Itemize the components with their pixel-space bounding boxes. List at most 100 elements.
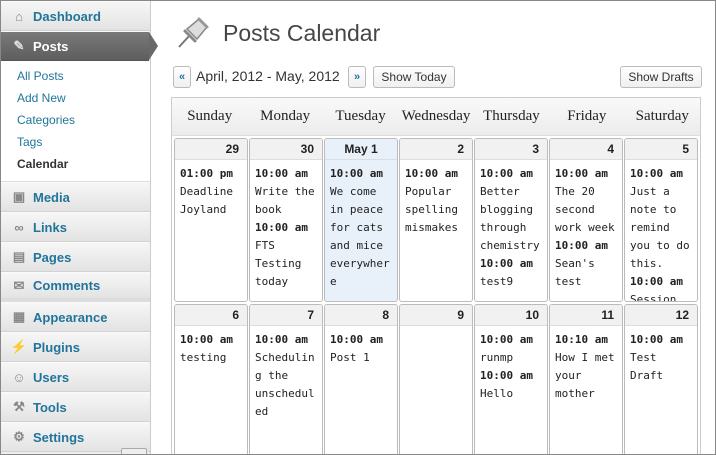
post-title: Session (630, 293, 677, 302)
calendar-week: 29 01:00 pm Deadline Joyland 30 10:00 am W… (172, 136, 700, 302)
day-cell-today[interactable]: May 1 10:00 am We come in peace for cats … (324, 138, 398, 302)
post-time: 10:00 am (480, 369, 533, 382)
day-number: 9 (400, 305, 472, 326)
calendar-post[interactable]: 10:00 am Scheduling the unscheduled (255, 331, 318, 421)
post-title: Better blogging through chemistry (480, 185, 540, 252)
post-time: 10:00 am (630, 333, 683, 346)
sidebar-item-tools[interactable]: ⚒ Tools (1, 392, 150, 422)
sidebar-item-label: Links (33, 219, 67, 235)
users-icon: ☺ (12, 369, 26, 385)
main-content: Posts Calendar « April, 2012 - May, 2012… (151, 1, 715, 454)
sidebar-item-posts[interactable]: ✎ Posts (1, 31, 158, 61)
day-posts: 10:00 am Post 1 (325, 326, 397, 367)
show-drafts-button[interactable]: Show Drafts (620, 66, 702, 88)
show-today-button[interactable]: Show Today (373, 66, 455, 88)
day-posts: 10:00 am Write the book 10:00 am FTS Testi… (250, 160, 322, 291)
submenu-all-posts[interactable]: All Posts (1, 65, 150, 87)
sidebar-item-label: Appearance (33, 309, 108, 325)
day-posts: 10:00 am We come in peace for cats and mi… (325, 160, 397, 291)
sidebar-item-label: Media (33, 189, 70, 205)
calendar-post[interactable]: 10:00 am The 20 second work week (555, 165, 618, 237)
submenu-categories[interactable]: Categories (1, 109, 150, 131)
post-title: Hello (480, 387, 514, 400)
post-time: 10:00 am (405, 167, 458, 180)
day-cell[interactable]: 12 10:00 am Test Draft (624, 304, 698, 454)
sidebar-item-pages[interactable]: ▤ Pages (1, 242, 150, 272)
sidebar-item-label: Users (33, 369, 70, 385)
day-posts: 10:00 am runmp 10:00 am Hello (475, 326, 547, 403)
calendar-post[interactable]: 10:00 am testing (180, 331, 243, 367)
horizontal-scrollbar-thumb[interactable] (121, 448, 147, 454)
day-cell[interactable]: 6 10:00 am testing (174, 304, 248, 454)
posts-calendar: Sunday Monday Tuesday Wednesday Thursday… (171, 97, 701, 454)
plugins-icon: ⚡ (10, 339, 28, 354)
day-cell[interactable]: 30 10:00 am Write the book 10:00 am FTS Te… (249, 138, 323, 302)
calendar-post[interactable]: 10:00 am Test Draft (630, 331, 693, 385)
prev-range-button[interactable]: « (173, 66, 191, 88)
calendar-post[interactable]: 01:00 pm Deadline Joyland (180, 165, 243, 219)
calendar-post[interactable]: 10:00 am Sean's test (555, 237, 618, 291)
post-title: Test Draft (630, 351, 664, 382)
settings-icon: ⚙ (13, 429, 25, 444)
calendar-post[interactable]: 10:00 am Just a note to remind you to do … (630, 165, 693, 273)
next-range-button[interactable]: » (348, 66, 366, 88)
day-cell[interactable]: 5 10:00 am Just a note to remind you to d… (624, 138, 698, 302)
day-cell[interactable]: 29 01:00 pm Deadline Joyland (174, 138, 248, 302)
pushpin-icon (178, 17, 209, 48)
day-cell[interactable]: 11 10:10 am How I met your mother (549, 304, 623, 454)
post-title: test9 (480, 275, 514, 288)
post-title: Deadline Joyland (180, 185, 233, 216)
calendar-post[interactable]: 10:00 am test9 (480, 255, 543, 291)
calendar-post[interactable]: 10:00 am Session (630, 273, 693, 302)
calendar-post[interactable]: 10:00 am Popular spelling mismakes (405, 165, 468, 237)
submenu-add-new[interactable]: Add New (1, 87, 150, 109)
comments-icon: ✉ (13, 277, 25, 293)
day-number: 12 (625, 305, 697, 326)
day-posts: 10:10 am How I met your mother (550, 326, 622, 403)
tools-icon: ⚒ (13, 399, 25, 414)
sidebar-item-media[interactable]: ▣ Media (1, 182, 150, 212)
day-number: 30 (250, 139, 322, 160)
calendar-post[interactable]: 10:00 am Write the book (255, 165, 318, 219)
weekday-sunday: Sunday (187, 108, 233, 124)
calendar-post[interactable]: 10:00 am Post 1 (330, 331, 393, 367)
sidebar-item-label: Dashboard (33, 8, 101, 24)
sidebar-item-label: Settings (33, 429, 85, 445)
calendar-post[interactable]: 10:00 am We come in peace for cats and mi… (330, 165, 393, 291)
day-cell[interactable]: 8 10:00 am Post 1 (324, 304, 398, 454)
day-number: 6 (175, 305, 247, 326)
sidebar-item-comments[interactable]: ✉ Comments (1, 272, 150, 302)
day-cell[interactable]: 9 (399, 304, 473, 454)
submenu-tags[interactable]: Tags (1, 131, 150, 153)
post-title: Just a note to remind you to do this. (630, 185, 690, 270)
day-posts: 10:00 am Scheduling the unscheduled (250, 326, 322, 421)
post-time: 10:00 am (255, 333, 308, 346)
day-posts: 01:00 pm Deadline Joyland (175, 160, 247, 219)
weekday-saturday: Saturday (635, 108, 689, 124)
calendar-post[interactable]: 10:00 am FTS Testing today (255, 219, 318, 291)
day-cell[interactable]: 7 10:00 am Scheduling the unscheduled (249, 304, 323, 454)
day-number: 8 (325, 305, 397, 326)
day-number: 3 (475, 139, 547, 160)
day-cell[interactable]: 4 10:00 am The 20 second work week 10:00 … (549, 138, 623, 302)
day-cell[interactable]: 2 10:00 am Popular spelling mismakes (399, 138, 473, 302)
calendar-post[interactable]: 10:00 am Hello (480, 367, 543, 403)
post-time: 10:00 am (180, 333, 233, 346)
page-heading: Posts Calendar (223, 19, 381, 46)
day-cell[interactable]: 3 10:00 am Better blogging through chemis… (474, 138, 548, 302)
sidebar-item-users[interactable]: ☺ Users (1, 362, 150, 392)
sidebar-item-dashboard[interactable]: ⌂ Dashboard (1, 1, 150, 31)
post-time: 10:00 am (555, 167, 608, 180)
sidebar-item-appearance[interactable]: ▦ Appearance (1, 302, 150, 332)
post-time: 10:00 am (480, 167, 533, 180)
submenu-calendar[interactable]: Calendar (1, 153, 150, 175)
calendar-post[interactable]: 10:00 am Better blogging through chemistr… (480, 165, 543, 255)
day-cell[interactable]: 10 10:00 am runmp 10:00 am Hello (474, 304, 548, 454)
app-frame: ⌂ Dashboard ✎ Posts All Posts Add New Ca… (0, 0, 716, 455)
calendar-post[interactable]: 10:00 am runmp (480, 331, 543, 367)
post-title: FTS Testing today (255, 239, 302, 288)
weekday-thursday: Thursday (483, 108, 540, 124)
sidebar-item-plugins[interactable]: ⚡ Plugins (1, 332, 150, 362)
calendar-post[interactable]: 10:10 am How I met your mother (555, 331, 618, 403)
sidebar-item-links[interactable]: ∞ Links (1, 212, 150, 242)
